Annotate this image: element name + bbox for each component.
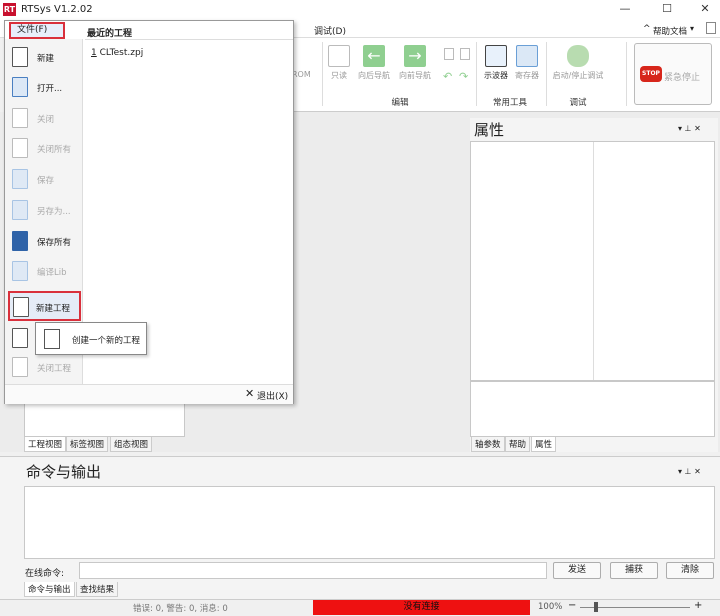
- register-icon: [516, 45, 538, 67]
- ribbon-separator: [546, 42, 547, 106]
- common-tools-group-label: 常用工具: [492, 98, 527, 108]
- arrow-left-icon: ←: [363, 45, 385, 67]
- app-logo-icon: RT: [3, 3, 16, 16]
- zoom-in-icon[interactable]: +: [694, 600, 702, 611]
- minimize-icon[interactable]: —: [610, 1, 640, 17]
- rom-button[interactable]: ROM: [292, 70, 311, 79]
- readonly-icon: [328, 45, 350, 67]
- connection-status: 没有连接: [313, 600, 530, 615]
- menu-file[interactable]: 文件(F): [9, 22, 65, 39]
- debug-group-label: 调试: [569, 98, 587, 108]
- properties-title: 属性: [474, 121, 505, 139]
- stop-icon: STOP: [640, 66, 662, 82]
- window-title: RTSys V1.2.02: [21, 4, 93, 15]
- menu-open[interactable]: 打开...: [9, 73, 81, 101]
- menu-debug[interactable]: 调试(D): [314, 24, 346, 37]
- message-counts: 错误: 0, 警告: 0, 消息: 0: [133, 604, 228, 614]
- clear-button[interactable]: 清除: [666, 562, 714, 579]
- start-stop-debug-button[interactable]: 启动/停止调试: [548, 45, 608, 81]
- help-docs-menu[interactable]: 帮助文档: [653, 25, 687, 37]
- edit-group-label: 编辑: [391, 98, 409, 108]
- ribbon-separator: [322, 42, 323, 106]
- output-text-area[interactable]: [24, 486, 715, 559]
- edit-doc2-icon[interactable]: [460, 48, 470, 60]
- maximize-icon[interactable]: ☐: [652, 1, 682, 17]
- tab-properties[interactable]: 属性: [531, 437, 557, 452]
- capture-button[interactable]: 捕获: [610, 562, 658, 579]
- open-folder-icon: [12, 77, 28, 97]
- output-pin-icon[interactable]: ▾ ⊥ ✕: [678, 467, 701, 476]
- menu-new-project[interactable]: 新建工程: [8, 291, 81, 321]
- help-dropdown-icon[interactable]: ▾: [690, 24, 694, 33]
- bug-icon: [567, 45, 589, 67]
- menu-close[interactable]: 关闭: [9, 104, 81, 132]
- zoom-out-icon[interactable]: −: [568, 600, 576, 611]
- tab-find-results[interactable]: 查找结果: [76, 582, 119, 597]
- oscilloscope-button[interactable]: 示波器: [480, 45, 512, 81]
- recent-project-item[interactable]: 1 CLTest.zpj: [91, 48, 143, 58]
- emergency-stop-label: 紧急停止: [664, 73, 701, 83]
- recent-projects-title: 最近的工程: [87, 29, 133, 39]
- exit-icon: ✕: [245, 387, 255, 400]
- command-label: 在线命令:: [25, 569, 65, 579]
- save-all-icon: [12, 231, 28, 251]
- menu-compile-lib[interactable]: 编译Lib: [9, 257, 81, 285]
- arrow-right-icon: →: [404, 45, 426, 67]
- oscilloscope-icon: [485, 45, 507, 67]
- open-project-icon: [12, 328, 28, 348]
- send-button[interactable]: 发送: [553, 562, 601, 579]
- new-file-icon: [12, 47, 28, 67]
- tab-project-view[interactable]: 工程视图: [24, 437, 67, 452]
- tab-axis-params[interactable]: 轴参数: [471, 437, 505, 452]
- exit-button[interactable]: 退出(X): [257, 389, 288, 402]
- command-input[interactable]: [79, 562, 547, 579]
- nav-forward-button[interactable]: → 向前导航: [396, 45, 434, 81]
- save-as-icon: [12, 200, 28, 220]
- register-button[interactable]: 寄存器: [512, 45, 542, 81]
- tab-help[interactable]: 帮助: [505, 437, 531, 452]
- menu-close-project[interactable]: 关闭工程: [9, 353, 81, 381]
- new-project-icon: [44, 329, 60, 349]
- collapse-ribbon-icon[interactable]: ^: [643, 24, 651, 34]
- zoom-level: 100%: [538, 602, 563, 612]
- ribbon-separator: [626, 42, 627, 106]
- properties-description: [470, 381, 715, 437]
- help-icon[interactable]: [706, 22, 716, 34]
- close-all-icon: [12, 138, 28, 158]
- output-panel-tabs: 命令与输出 查找结果: [24, 582, 224, 597]
- zoom-slider-thumb[interactable]: [594, 602, 598, 612]
- readonly-button[interactable]: 只读: [326, 45, 352, 81]
- menu-close-all[interactable]: 关闭所有: [9, 134, 81, 162]
- tooltip-text: 创建一个新的工程: [72, 336, 141, 346]
- project-panel-tabs: 工程视图 标签视图 组态视图: [24, 437, 185, 452]
- properties-panel-tabs: 轴参数 帮助 属性: [471, 437, 716, 452]
- close-project-icon: [12, 357, 28, 377]
- ribbon-separator: [476, 42, 477, 106]
- nav-back-button[interactable]: ← 向后导航: [355, 45, 393, 81]
- menu-save-as[interactable]: 另存为...: [9, 196, 81, 224]
- output-title: 命令与输出: [26, 463, 102, 481]
- menu-save-all[interactable]: 保存所有: [9, 227, 81, 255]
- compile-lib-icon: [12, 261, 28, 281]
- save-icon: [12, 169, 28, 189]
- close-icon[interactable]: ✕: [690, 1, 720, 17]
- edit-doc-icon[interactable]: [444, 48, 454, 60]
- menu-save[interactable]: 保存: [9, 165, 81, 193]
- tab-command-output[interactable]: 命令与输出: [24, 582, 75, 597]
- tab-config-view[interactable]: 组态视图: [110, 437, 153, 452]
- grid-divider: [593, 142, 594, 380]
- new-project-icon: [13, 297, 29, 317]
- menu-new[interactable]: 新建: [9, 43, 81, 71]
- panel-pin-icon[interactable]: ▾ ⊥ ✕: [678, 124, 701, 133]
- tab-label-view[interactable]: 标签视图: [66, 437, 109, 452]
- recent-separator: [85, 39, 293, 40]
- undo-icon[interactable]: ↶: [443, 70, 452, 83]
- redo-icon[interactable]: ↷: [459, 70, 468, 83]
- tooltip: 创建一个新的工程: [35, 322, 147, 355]
- close-file-icon: [12, 108, 28, 128]
